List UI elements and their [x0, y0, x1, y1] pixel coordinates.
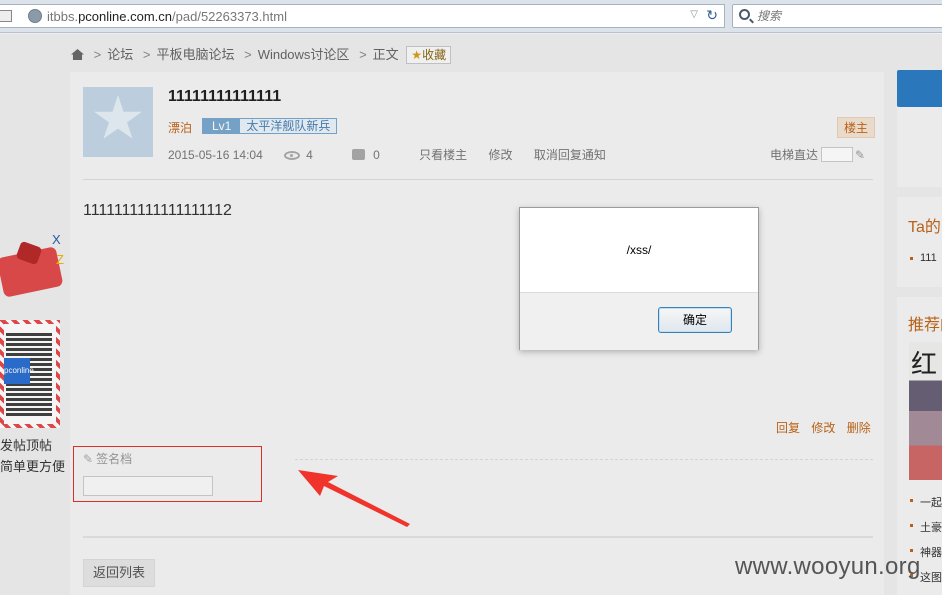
eye-icon: [284, 151, 301, 160]
breadcrumb-tablet-forum[interactable]: 平板电脑论坛: [156, 47, 234, 62]
search-icon: [739, 9, 750, 20]
sidebar-ta-heading: Ta的: [908, 219, 941, 236]
dropdown-icon[interactable]: ▽: [690, 9, 698, 20]
sidebar-recommend-heading: 推荐的: [908, 317, 942, 334]
bottom-divider: [83, 536, 873, 538]
post-container: 11111111111111 漂泊 Lv1 太平洋舰队新兵 楼主 2015-05…: [70, 72, 884, 595]
sidebar-ta-card: Ta的 111: [897, 197, 942, 287]
watermark: www.wooyun.org: [735, 553, 921, 580]
owner-badge: 楼主: [837, 117, 876, 138]
back-to-list-button[interactable]: 返回列表: [83, 559, 155, 587]
address-bar[interactable]: itbbs.pconline.com.cn/pad/52263373.html …: [0, 4, 725, 28]
level-label: Lv1: [203, 119, 241, 133]
page-content: > 论坛 > 平板电脑论坛 > Windows讨论区 > 正文 ★收藏 X Z pcon…: [0, 34, 942, 595]
close-icon[interactable]: X: [52, 232, 61, 247]
globe-icon: [28, 9, 42, 23]
browser-toolbar: itbbs.pconline.com.cn/pad/52263373.html …: [0, 0, 942, 33]
post-body: 1111111111111111112: [83, 202, 232, 219]
pconline-logo: pconline: [4, 358, 34, 384]
rank-label: 太平洋舰队新兵: [240, 119, 337, 133]
user-level-badge: Lv1 太平洋舰队新兵: [202, 118, 338, 134]
home-icon[interactable]: [71, 49, 84, 60]
sidebar-ta-item[interactable]: 111: [910, 252, 937, 264]
alert-footer: 确定: [520, 292, 758, 350]
floor-jump-input[interactable]: [821, 147, 854, 162]
post-meta: 2015-05-16 14:04 4 0 只看楼主 修改 取消回复通知: [168, 146, 624, 163]
promo-banner[interactable]: X Z pconline 发帖顶帖 简单更方便: [0, 230, 70, 480]
recommend-item[interactable]: 土豪: [910, 519, 942, 535]
ok-button[interactable]: 确定: [658, 307, 732, 333]
recommend-image[interactable]: [909, 342, 942, 480]
only-owner-link[interactable]: 只看楼主: [419, 148, 467, 162]
recommend-item[interactable]: 神器: [910, 544, 942, 560]
recommend-item[interactable]: 这图: [910, 569, 942, 585]
author-name[interactable]: 漂泊: [168, 119, 192, 136]
sidebar-top-button[interactable]: [897, 70, 942, 107]
cancel-notify-link[interactable]: 取消回复通知: [534, 148, 606, 162]
search-input[interactable]: [757, 8, 937, 24]
divider: [83, 179, 873, 180]
reply-count: 0: [373, 148, 380, 162]
view-count: 4: [306, 148, 313, 162]
post-title: 11111111111111: [168, 88, 282, 105]
delete-link[interactable]: 删除: [847, 421, 871, 435]
star-icon: ★: [411, 48, 423, 62]
post-date: 2015-05-16 14:04: [168, 148, 263, 162]
floor-jump-label: 电梯直达: [770, 148, 819, 162]
breadcrumb-windows-area[interactable]: Windows讨论区: [258, 47, 350, 62]
sidebar-card: [897, 107, 942, 187]
highlight-box: [73, 446, 262, 502]
favorite-button[interactable]: ★收藏: [406, 46, 452, 64]
breadcrumb: > 论坛 > 平板电脑论坛 > Windows讨论区 > 正文 ★收藏: [71, 44, 452, 64]
url-text[interactable]: itbbs.pconline.com.cn/pad/52263373.html: [47, 9, 287, 24]
comment-icon: [352, 149, 366, 160]
tab-icon: [0, 10, 12, 22]
go-icon[interactable]: ✎: [855, 148, 865, 162]
post-actions: 回复 修改 删除: [776, 419, 879, 436]
promo-line-2: 简单更方便: [0, 459, 66, 474]
modify-link[interactable]: 修改: [811, 421, 835, 435]
signature-divider: [295, 459, 873, 460]
breadcrumb-forum[interactable]: 论坛: [107, 47, 133, 62]
sidebar-recommend-card: 推荐的 一起 土豪 神器 这图: [897, 297, 942, 595]
reload-icon[interactable]: ↻: [706, 7, 718, 24]
reply-link[interactable]: 回复: [776, 421, 800, 435]
edit-link[interactable]: 修改: [489, 148, 513, 162]
qr-code-frame: pconline: [0, 320, 60, 428]
sparkle-icon: Z: [56, 252, 64, 267]
alert-dialog: /xss/ 确定: [519, 207, 759, 350]
default-avatar-icon: [94, 95, 142, 139]
breadcrumb-current: 正文: [372, 47, 399, 62]
search-bar[interactable]: [732, 4, 942, 28]
floor-jump: 电梯直达 ✎: [770, 146, 865, 163]
avatar[interactable]: [83, 87, 153, 157]
promo-line-1: 发帖顶帖: [0, 438, 53, 453]
recommend-item[interactable]: 一起: [910, 494, 942, 510]
alert-message: /xss/: [626, 243, 652, 257]
